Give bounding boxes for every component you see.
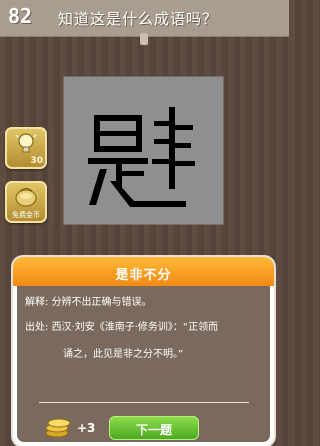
reward-amount: +3	[77, 421, 96, 435]
hanger-pin	[140, 33, 148, 45]
hint-button[interactable]: 30	[5, 127, 47, 169]
dialog-body: 解释: 分辨不出正确与错误。 出处: 西汉·刘安《淮南子·修务训》：“正领而 诵…	[17, 286, 270, 442]
lightbulb-icon	[15, 133, 37, 153]
explanation-row: 解释: 分辨不出正确与错误。	[25, 295, 152, 310]
coin-bag-icon	[15, 187, 37, 207]
coin-stack-icon	[45, 418, 71, 438]
source-text-line1: 西汉·刘安《淮南子·修务训》：“正领而	[51, 322, 219, 333]
answer-dialog: 是非不分 解释: 分辨不出正确与错误。 出处: 西汉·刘安《淮南子·修务训》：“…	[13, 257, 274, 446]
source-row: 出处: 西汉·刘安《淮南子·修务训》：“正领而	[25, 320, 263, 335]
top-bar: 82 知道这是什么成语吗？	[0, 0, 289, 37]
puzzle-image: 是 非	[64, 77, 223, 224]
explanation-label: 解释:	[25, 297, 49, 308]
free-coins-label: 免费金币	[12, 211, 40, 219]
free-coins-button[interactable]: 免费金币	[5, 181, 47, 223]
hint-cost: 30	[30, 156, 43, 166]
next-question-label: 下一题	[135, 423, 172, 437]
dialog-header: 是非不分	[13, 257, 274, 286]
explanation-text: 分辨不出正确与错误。	[51, 297, 152, 308]
level-number: 82	[8, 4, 33, 28]
next-question-button[interactable]: 下一题	[109, 416, 199, 440]
divider	[39, 402, 249, 403]
answer-title: 是非不分	[115, 268, 172, 283]
question-text: 知道这是什么成语吗？	[58, 10, 219, 28]
source-label: 出处:	[25, 322, 49, 333]
source-text-line2: 诵之，此见是非之分不明。”	[63, 349, 184, 360]
